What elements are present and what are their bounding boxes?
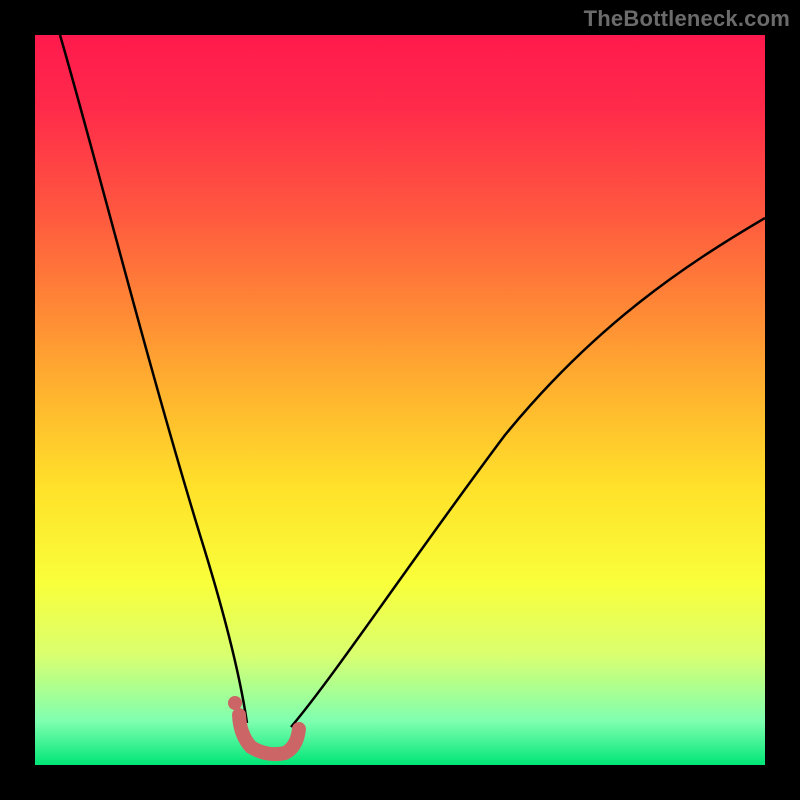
dip-marker <box>239 715 299 754</box>
dip-dot <box>228 696 242 710</box>
curve-right <box>291 218 765 727</box>
watermark-text: TheBottleneck.com <box>584 6 790 32</box>
plot-area <box>35 35 765 765</box>
curve-left <box>60 35 247 723</box>
chart-svg <box>35 35 765 765</box>
chart-frame: TheBottleneck.com <box>0 0 800 800</box>
